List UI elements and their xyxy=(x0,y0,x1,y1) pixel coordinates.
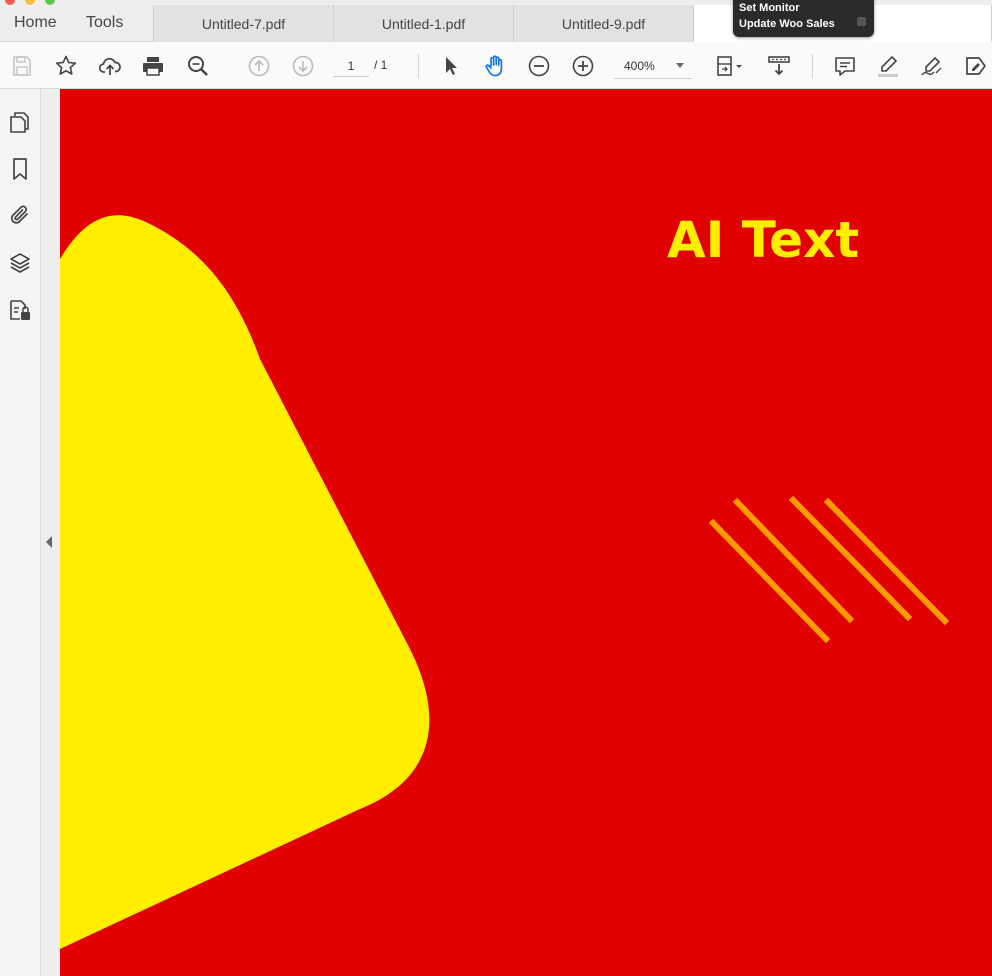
zoom-out-button[interactable] xyxy=(525,52,553,80)
chevron-down-icon xyxy=(676,63,684,68)
fill-sign-icon xyxy=(966,57,986,75)
highlight-icon xyxy=(878,56,898,77)
notification-close-button[interactable] xyxy=(857,17,866,26)
yellow-rounded-shape xyxy=(60,215,430,949)
pages-icon xyxy=(10,112,29,133)
next-page-button[interactable] xyxy=(289,52,317,80)
scroll-mode-button[interactable] xyxy=(765,52,793,80)
zoom-search-icon xyxy=(188,56,208,76)
hand-tool-button[interactable] xyxy=(481,52,509,80)
page-fit-button[interactable] xyxy=(711,52,747,80)
notification-popup[interactable]: Set Monitor Update Woo Sales xyxy=(733,0,874,37)
page-number-input[interactable] xyxy=(333,55,369,77)
home-tab[interactable]: Home xyxy=(14,14,57,32)
layers-button[interactable] xyxy=(7,250,33,276)
collapse-pane-button[interactable] xyxy=(46,536,52,548)
zoom-window-button[interactable] xyxy=(45,0,55,5)
select-arrow-icon xyxy=(446,57,457,75)
tab-label: Untitled-9.pdf xyxy=(561,15,646,32)
left-navigation-pane xyxy=(0,89,41,976)
print-button[interactable] xyxy=(139,52,167,80)
sign-button[interactable] xyxy=(918,52,946,80)
page-total-label: / 1 xyxy=(374,58,388,72)
zoom-in-icon xyxy=(572,55,594,77)
page-thumbnails-button[interactable] xyxy=(7,109,33,135)
previous-page-button[interactable] xyxy=(245,52,273,80)
attachment-icon xyxy=(10,205,28,224)
security-button[interactable] xyxy=(7,297,33,323)
diagonal-stripes xyxy=(708,495,950,644)
select-tool-button[interactable] xyxy=(437,52,465,80)
toolbar-divider xyxy=(418,54,419,78)
comment-icon xyxy=(835,57,855,76)
bookmark-icon xyxy=(13,158,27,180)
page-down-icon xyxy=(292,55,314,77)
pane-gutter xyxy=(41,89,60,976)
tab-untitled-9[interactable]: Untitled-9.pdf xyxy=(513,5,694,42)
minimize-window-button[interactable] xyxy=(25,0,35,5)
cloud-upload-button[interactable] xyxy=(96,52,124,80)
hand-tool-icon xyxy=(485,55,503,77)
document-heading-text: AI Text xyxy=(667,211,860,269)
tab-untitled-7[interactable]: Untitled-7.pdf xyxy=(153,5,334,42)
tools-tab[interactable]: Tools xyxy=(86,14,123,32)
page-up-icon xyxy=(248,55,270,77)
zoom-out-icon xyxy=(528,55,550,77)
comment-button[interactable] xyxy=(831,52,859,80)
notification-message: Update Woo Sales xyxy=(739,18,835,30)
fill-sign-button[interactable] xyxy=(962,52,990,80)
tab-label: Untitled-7.pdf xyxy=(201,15,286,32)
highlight-button[interactable] xyxy=(874,52,902,80)
cloud-upload-icon xyxy=(98,57,121,75)
save-button[interactable] xyxy=(8,52,36,80)
zoom-level-dropdown[interactable]: 400% xyxy=(614,53,692,79)
tab-untitled-1[interactable]: Untitled-1.pdf xyxy=(333,5,514,42)
print-icon xyxy=(143,57,163,76)
scroll-mode-icon xyxy=(768,56,790,76)
search-zoom-button[interactable] xyxy=(184,52,212,80)
save-icon xyxy=(13,56,31,76)
zoom-level-value: 400% xyxy=(624,59,655,73)
bookmark-star-button[interactable] xyxy=(52,52,80,80)
zoom-in-button[interactable] xyxy=(569,52,597,80)
close-window-button[interactable] xyxy=(5,0,15,5)
page-fit-icon xyxy=(717,56,742,76)
bookmarks-button[interactable] xyxy=(7,156,33,182)
notification-title: Set Monitor xyxy=(739,2,800,14)
sign-icon xyxy=(921,56,942,76)
star-icon xyxy=(55,55,77,75)
toolbar-divider xyxy=(812,54,813,78)
security-icon xyxy=(10,300,30,320)
document-page-view[interactable]: AI Text xyxy=(60,89,992,976)
layers-icon xyxy=(10,253,30,273)
attachments-button[interactable] xyxy=(7,202,33,228)
tab-label: Untitled-1.pdf xyxy=(381,15,466,32)
